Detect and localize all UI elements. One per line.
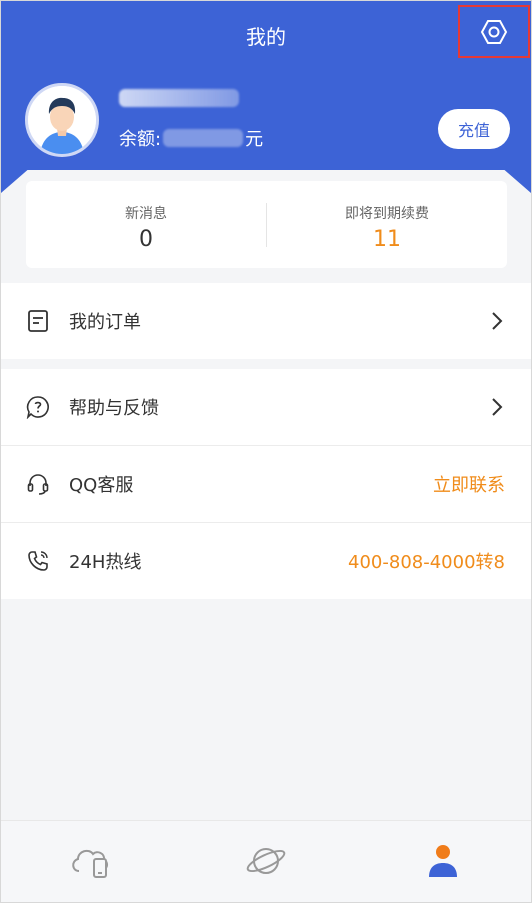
stats-card: 新消息 0 即将到期续费 11 [26, 181, 507, 268]
contact-now-link[interactable]: 立即联系 [433, 471, 505, 497]
balance: 余额: 元 [119, 125, 263, 151]
stat-label: 新消息 [125, 206, 167, 222]
balance-unit: 元 [245, 129, 264, 150]
recharge-button[interactable]: 充值 [438, 109, 510, 149]
stat-value: 0 [139, 227, 153, 252]
hotline-number[interactable]: 400-808-4000转8 [348, 548, 505, 574]
page-title: 我的 [246, 25, 286, 49]
tab-profile[interactable] [421, 841, 465, 881]
user-avatar-icon [28, 86, 96, 154]
headset-icon [27, 474, 49, 495]
settings-hexagon-icon [480, 19, 508, 44]
cloud-phone-icon [72, 849, 109, 878]
balance-label: 余额: [119, 129, 162, 150]
stat-new-messages[interactable]: 新消息 0 [26, 181, 266, 268]
menu-item-label: 帮助与反馈 [69, 398, 159, 419]
app-screen: 我的 余额: 元 充值 新消息 0 即将到期续费 11 我的订单 帮助与反馈 Q… [0, 0, 532, 903]
stat-expiring-renewal[interactable]: 即将到期续费 11 [267, 181, 507, 268]
menu-item-label: 我的订单 [69, 312, 141, 333]
tab-cloud-phone[interactable] [69, 841, 113, 881]
menu-item-qq-service[interactable]: QQ客服 立即联系 [1, 446, 531, 522]
settings-button[interactable] [458, 5, 530, 58]
menu-item-hotline[interactable]: 24H热线 400-808-4000转8 [1, 523, 531, 599]
stat-label: 即将到期续费 [345, 206, 429, 222]
username-redacted [119, 89, 239, 107]
profile-icon [429, 845, 457, 877]
planet-icon [246, 848, 286, 874]
menu-item-label: 24H热线 [69, 552, 142, 573]
chevron-right-icon [492, 312, 503, 330]
menu-item-label: QQ客服 [69, 475, 134, 496]
question-bubble-icon [26, 396, 49, 419]
document-icon [28, 310, 48, 332]
menu-item-help[interactable]: 帮助与反馈 [1, 369, 531, 445]
balance-redacted [163, 129, 244, 147]
phone-icon [28, 551, 48, 571]
chevron-right-icon [492, 398, 503, 416]
tab-discover[interactable] [244, 841, 288, 881]
avatar[interactable] [25, 83, 99, 157]
bottom-tab-bar [1, 820, 531, 902]
menu-item-orders[interactable]: 我的订单 [1, 283, 531, 359]
stat-value: 11 [373, 227, 401, 252]
